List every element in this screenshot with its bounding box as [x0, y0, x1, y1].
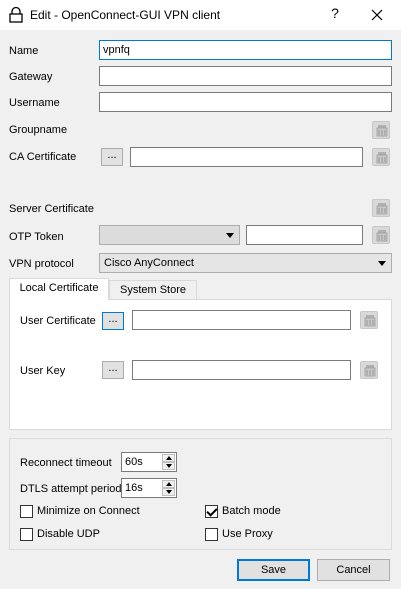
lock-icon — [9, 7, 23, 23]
tab-system-store[interactable]: System Store — [109, 280, 197, 301]
otp-token-clear-button[interactable] — [372, 226, 390, 244]
dtls-attempt-spinbox[interactable]: 16s — [121, 478, 177, 498]
eraser-icon — [376, 125, 388, 137]
spin-up-icon[interactable] — [162, 480, 175, 488]
vpn-protocol-value: Cisco AnyConnect — [104, 257, 194, 269]
name-label: Name — [9, 45, 39, 57]
reconnect-timeout-value: 60s — [125, 456, 143, 468]
username-label: Username — [9, 97, 60, 109]
otp-token-type-select[interactable] — [99, 225, 240, 245]
reconnect-timeout-label: Reconnect timeout — [20, 457, 112, 469]
groupname-clear-button[interactable] — [372, 121, 390, 139]
dtls-attempt-label: DTLS attempt period — [20, 483, 122, 495]
chevron-down-icon — [378, 261, 386, 266]
groupname-label: Groupname — [9, 124, 68, 136]
eraser-icon — [376, 230, 388, 242]
window-title: Edit - OpenConnect-GUI VPN client — [30, 8, 221, 22]
user-key-clear-button[interactable] — [360, 361, 378, 379]
gateway-input[interactable] — [99, 66, 392, 86]
user-certificate-browse-button[interactable]: ... — [102, 312, 124, 330]
eraser-icon — [364, 365, 376, 377]
user-certificate-label: User Certificate — [20, 315, 96, 327]
user-certificate-clear-button[interactable] — [360, 311, 378, 329]
cancel-button[interactable]: Cancel — [317, 559, 390, 581]
ca-certificate-label: CA Certificate — [9, 151, 77, 163]
use-proxy-label: Use Proxy — [222, 528, 273, 540]
user-key-input[interactable] — [132, 360, 351, 380]
title-bar: Edit - OpenConnect-GUI VPN client ? — [0, 0, 401, 30]
gateway-label: Gateway — [9, 71, 53, 83]
reconnect-timeout-spinbox[interactable]: 60s — [121, 452, 177, 472]
save-button[interactable]: Save — [237, 559, 310, 581]
minimize-on-connect-label: Minimize on Connect — [37, 505, 140, 517]
user-key-label: User Key — [20, 365, 66, 377]
vpn-protocol-label: VPN protocol — [9, 258, 74, 270]
options-group: Reconnect timeout 60s DTLS attempt perio… — [9, 438, 392, 550]
disable-udp-label: Disable UDP — [37, 528, 100, 540]
batch-mode-label: Batch mode — [222, 505, 281, 517]
minimize-on-connect-checkbox[interactable] — [20, 505, 33, 518]
server-certificate-clear-button[interactable] — [372, 199, 390, 217]
otp-token-label: OTP Token — [9, 231, 64, 243]
spin-up-icon[interactable] — [162, 454, 175, 462]
user-key-browse-button[interactable]: ... — [102, 361, 124, 379]
use-proxy-checkbox[interactable] — [205, 528, 218, 541]
eraser-icon — [364, 315, 376, 327]
eraser-icon — [376, 203, 388, 215]
username-input[interactable] — [99, 92, 392, 112]
spin-down-icon[interactable] — [162, 462, 175, 470]
local-certificate-panel: User Certificate ... User Key ... — [9, 299, 392, 430]
vpn-protocol-select[interactable]: Cisco AnyConnect — [99, 253, 392, 273]
tab-local-certificate[interactable]: Local Certificate — [9, 278, 109, 300]
name-input[interactable]: vpnfq — [99, 40, 392, 60]
ca-certificate-input[interactable] — [130, 147, 363, 167]
otp-token-input[interactable] — [246, 225, 363, 245]
eraser-icon — [376, 152, 388, 164]
help-button[interactable]: ? — [328, 5, 342, 23]
ca-certificate-clear-button[interactable] — [372, 148, 390, 166]
dtls-attempt-value: 16s — [125, 482, 143, 494]
ca-certificate-browse-button[interactable]: ... — [101, 148, 123, 166]
disable-udp-checkbox[interactable] — [20, 528, 33, 541]
close-icon[interactable] — [368, 6, 386, 24]
spin-down-icon[interactable] — [162, 488, 175, 496]
chevron-down-icon — [226, 233, 234, 238]
user-certificate-input[interactable] — [132, 310, 351, 330]
server-certificate-label: Server Certificate — [9, 203, 94, 215]
batch-mode-checkbox[interactable] — [205, 505, 218, 518]
